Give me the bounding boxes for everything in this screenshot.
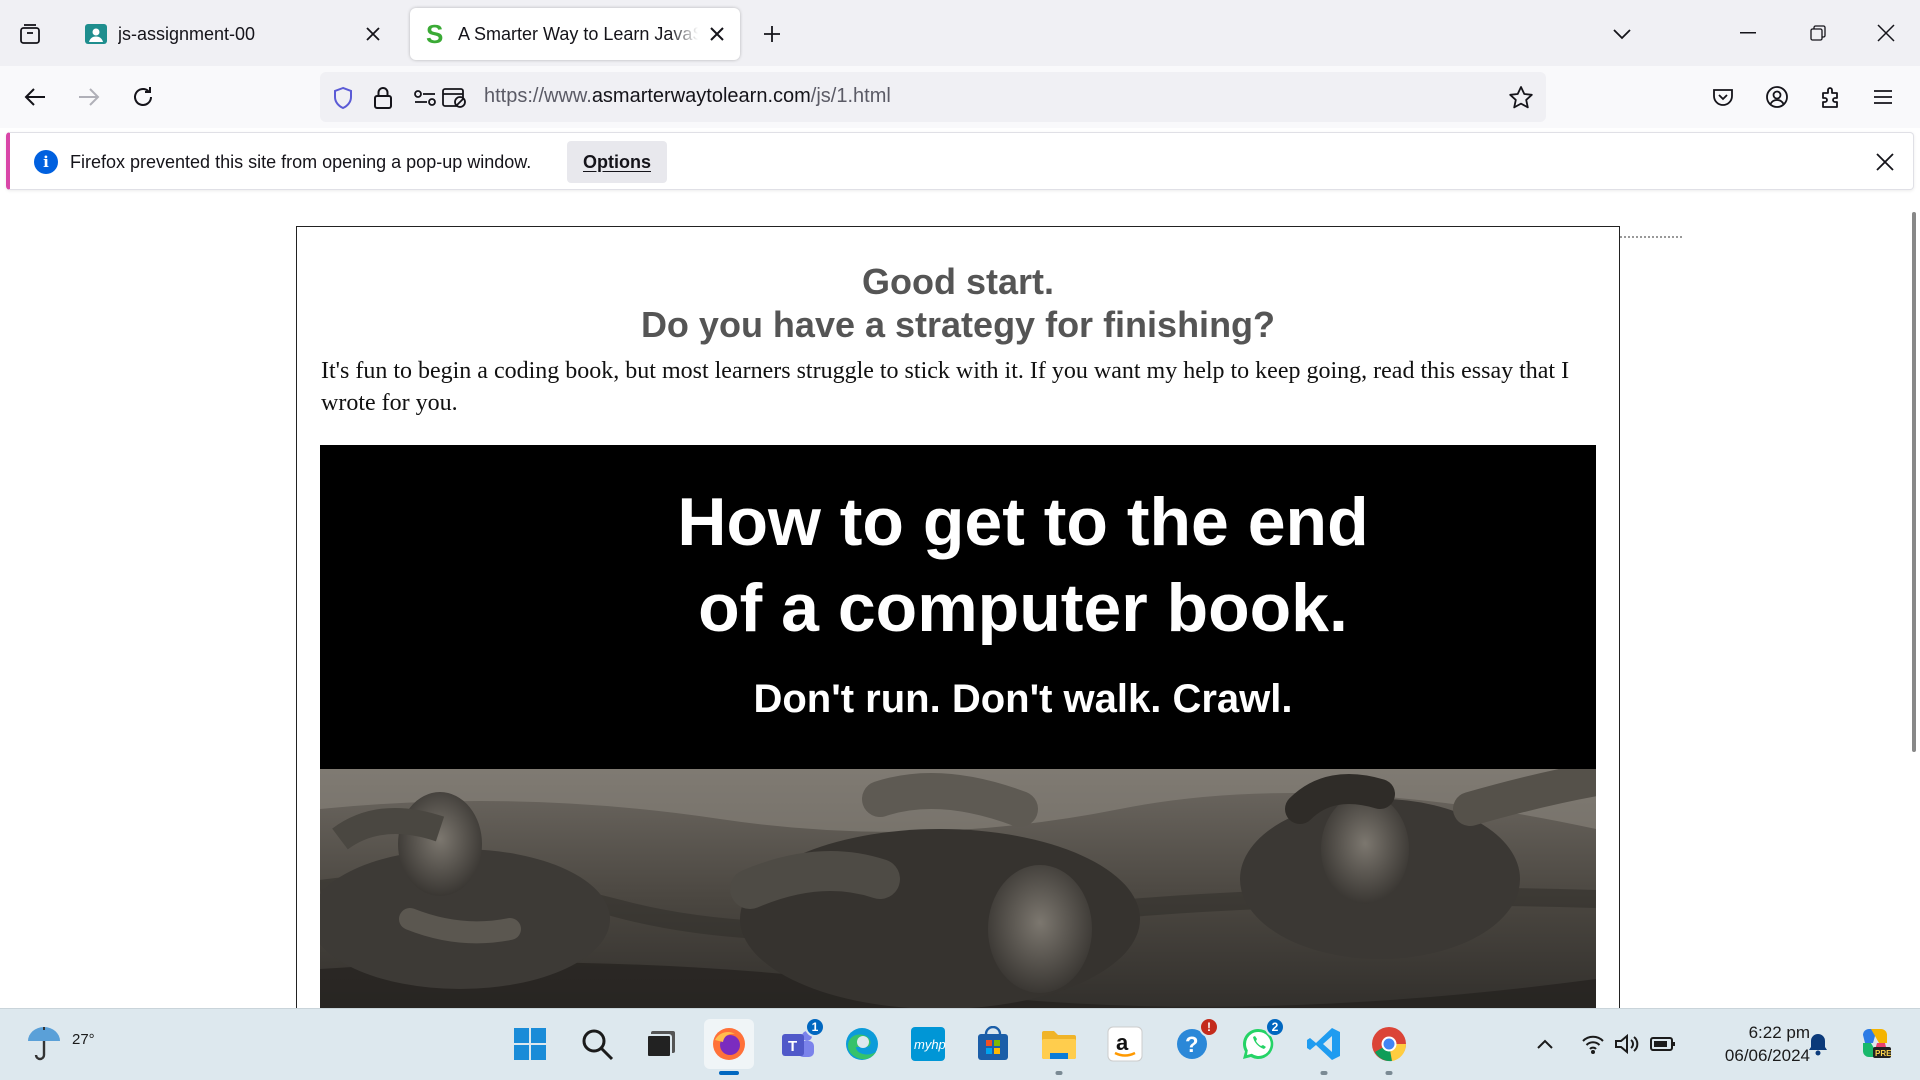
page-content: Good start. Do you have a strategy for f… [0,198,1920,1008]
clock-time: 6:22 pm [1748,1023,1810,1042]
microsoft-store-icon[interactable] [968,1019,1018,1069]
list-all-tabs-icon[interactable] [1602,14,1642,54]
chrome-icon[interactable] [1364,1019,1414,1075]
forward-icon[interactable] [68,76,110,118]
folder-icon[interactable] [1034,1019,1084,1075]
windows-taskbar: 27° T 1 myhp a ? ! 2 6:22 pm 06/06/2024 … [0,1008,1920,1080]
svg-text:a: a [1116,1030,1129,1055]
chevron-up-icon[interactable] [1530,1029,1560,1059]
close-tab-icon[interactable] [360,21,386,47]
popup-blocked-icon[interactable] [442,85,468,111]
teams-badge: 1 [805,1017,825,1037]
system-clock[interactable]: 6:22 pm 06/06/2024 [1690,1021,1810,1067]
reload-icon[interactable] [122,76,164,118]
bookmark-star-icon[interactable] [1508,85,1534,111]
help-icon[interactable]: ? ! [1167,1017,1219,1069]
svg-text:myhp: myhp [914,1037,946,1052]
url-prefix: https://www. [484,85,592,107]
essay-promo-image[interactable]: How to get to the end of a computer book… [320,445,1596,1008]
search-icon[interactable] [572,1019,622,1069]
volume-icon[interactable] [1612,1029,1642,1059]
tab-title: js-assignment-00 [118,23,256,44]
close-notification-icon[interactable] [1870,147,1900,177]
account-icon[interactable] [1756,76,1798,118]
vscode-icon[interactable] [1299,1019,1349,1075]
info-icon: i [34,150,58,174]
url-text: https://www.asmarterwaytolearn.com/js/1.… [484,85,891,108]
page-scrollbar[interactable] [1912,212,1916,752]
close-tab-icon[interactable] [704,21,730,47]
myhp-icon[interactable]: myhp [903,1019,953,1069]
mud-crawl-photo [320,769,1596,1008]
tab-js-assignment[interactable]: js-assignment-00 [70,8,396,60]
notification-message: Firefox prevented this site from opening… [70,152,532,172]
popup-blocked-notification: i Firefox prevented this site from openi… [6,132,1914,190]
promo-title-line1: How to get to the end [677,484,1369,560]
firefox-icon[interactable] [704,1019,754,1075]
promo-title-line2: of a computer book. [698,570,1348,646]
whatsapp-badge: 2 [1265,1017,1285,1037]
copilot-icon[interactable]: PRE [1855,1023,1895,1063]
svg-text:S: S [426,22,443,46]
lesson-frame: Good start. Do you have a strategy for f… [296,226,1620,1008]
battery-icon[interactable] [1648,1029,1678,1059]
lock-icon[interactable] [370,85,396,111]
help-alert-badge: ! [1199,1017,1219,1037]
s-favicon-icon: S [424,22,448,46]
back-icon[interactable] [14,76,56,118]
tab-title: A Smarter Way to Learn JavaScript [458,23,698,44]
extensions-icon[interactable] [1810,76,1852,118]
running-indicator [1055,1071,1063,1075]
close-window-icon[interactable] [1858,10,1914,56]
svg-text:T: T [788,1038,797,1055]
notification-bell-icon[interactable] [1803,1029,1833,1059]
windows-start-icon[interactable] [505,1019,555,1069]
menu-icon[interactable] [1862,76,1904,118]
navigation-toolbar: https://www.asmarterwaytolearn.com/js/1.… [0,66,1920,128]
page-heading: Good start. [861,261,1054,302]
tracking-shield-icon[interactable] [330,85,356,111]
svg-text:?: ? [1185,1032,1198,1057]
restore-icon[interactable] [1790,10,1846,56]
promo-tagline: Don't run. Don't walk. Crawl. [753,677,1293,721]
active-indicator [719,1071,739,1075]
whatsapp-icon[interactable]: 2 [1233,1017,1285,1069]
new-tab-icon[interactable] [752,14,792,54]
amazon-icon[interactable]: a [1100,1019,1150,1069]
task-view-icon[interactable] [636,1019,686,1069]
permissions-icon[interactable] [412,85,438,111]
page-subheading: Do you have a strategy for finishing? [640,304,1276,345]
weather-widget[interactable]: 27° [24,1019,95,1071]
wifi-icon[interactable] [1578,1029,1608,1059]
tab-strip: js-assignment-00 S A Smarter Way to Lear… [0,0,1920,66]
weather-temperature: 27° [72,1031,95,1048]
clock-date: 06/06/2024 [1724,1046,1810,1065]
tab-smarter-way[interactable]: S A Smarter Way to Learn JavaScript [410,8,740,60]
address-bar[interactable]: https://www.asmarterwaytolearn.com/js/1.… [320,72,1546,122]
edge-icon[interactable] [837,1019,887,1069]
running-indicator [1385,1071,1393,1075]
options-button[interactable]: Options [567,141,667,183]
running-indicator [1320,1071,1328,1075]
svg-text:PRE: PRE [1875,1049,1892,1058]
minimize-icon[interactable] [1720,10,1776,56]
intro-paragraph: It's fun to begin a coding book, but mos… [321,358,1570,416]
tab-list-icon[interactable] [10,14,50,54]
umbrella-icon [28,1027,60,1061]
url-domain: asmarterwaytolearn.com [591,85,811,107]
url-path: /js/1.html [810,85,891,107]
pocket-icon[interactable] [1702,76,1744,118]
classroom-favicon-icon [84,22,108,46]
teams-icon[interactable]: T 1 [773,1017,825,1069]
